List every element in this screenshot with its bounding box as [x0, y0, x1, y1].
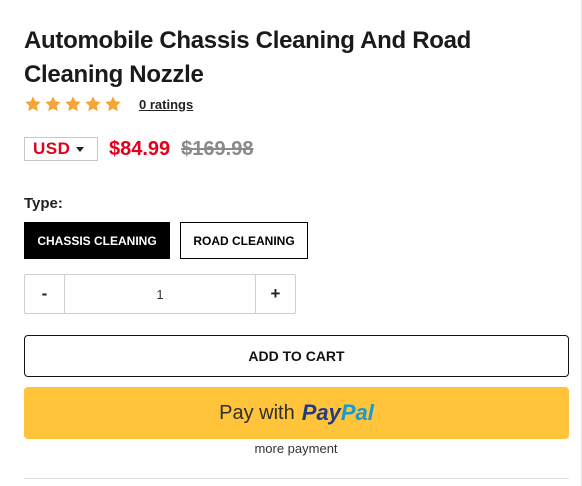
currency-value: USD: [33, 139, 71, 158]
quantity-decrement-button[interactable]: -: [25, 275, 64, 313]
type-options: CHASSIS CLEANING ROAD CLEANING: [24, 222, 308, 259]
paypal-logo-pay: Pay: [301, 400, 341, 425]
star-icon: [25, 96, 41, 112]
type-label: Type:: [24, 195, 63, 212]
quantity-stepper: - 1 +: [24, 274, 296, 314]
type-option-road-cleaning[interactable]: ROAD CLEANING: [180, 222, 308, 259]
sale-price: $84.99: [109, 137, 171, 160]
paypal-button[interactable]: Pay with PayPal: [24, 387, 569, 439]
price-row: USD $84.99 $169.98: [24, 137, 253, 161]
more-payment-wrapper: more payment: [0, 441, 582, 456]
compare-at-price: $169.98: [181, 137, 254, 160]
product-title: Automobile Chassis Cleaning And Road Cle…: [24, 27, 472, 88]
ratings-link[interactable]: 0 ratings: [139, 97, 193, 112]
currency-select[interactable]: USD: [24, 137, 98, 161]
paypal-prefix-text: Pay with: [219, 401, 295, 424]
quantity-increment-button[interactable]: +: [256, 275, 295, 313]
star-icon: [105, 96, 121, 112]
more-payment-link[interactable]: more payment: [254, 441, 337, 456]
star-rating: [24, 95, 122, 113]
add-to-cart-button[interactable]: ADD TO CART: [24, 335, 569, 377]
quantity-input[interactable]: 1: [64, 275, 256, 313]
rating-row: 0 ratings: [24, 95, 193, 113]
type-option-chassis-cleaning[interactable]: CHASSIS CLEANING: [24, 222, 170, 259]
star-icon: [65, 96, 81, 112]
star-icon: [45, 96, 61, 112]
paypal-logo: PayPal: [302, 400, 374, 426]
caret-down-icon: [76, 146, 85, 152]
bottom-divider: [24, 478, 569, 479]
star-icon: [85, 96, 101, 112]
paypal-logo-pal: Pal: [340, 400, 374, 425]
